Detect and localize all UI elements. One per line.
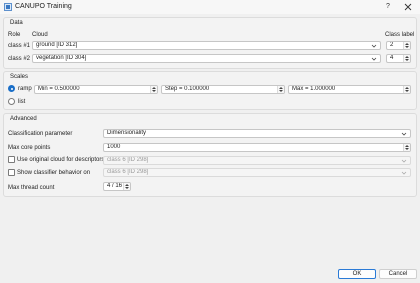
- max-spinbox[interactable]: Max = 1.000000: [288, 85, 411, 94]
- chevron-down-icon: [401, 159, 407, 163]
- spin-arrows-icon[interactable]: [123, 183, 130, 190]
- advanced-group-title: Advanced: [10, 116, 37, 122]
- title-bar: CANUPO Training ?: [0, 0, 420, 14]
- chevron-down-icon: [371, 44, 377, 48]
- ramp-radio[interactable]: [8, 85, 15, 92]
- class-2-cloud-select[interactable]: vegetation [ID 304]: [32, 54, 381, 63]
- max-core-points-label: Max core points: [8, 145, 51, 151]
- ok-button[interactable]: OK: [338, 269, 376, 279]
- show-classifier-value: class 6 [ID 298]: [107, 169, 149, 175]
- show-classifier-label: Show classifier behavior on: [17, 170, 91, 176]
- cancel-button[interactable]: Cancel: [379, 269, 417, 279]
- use-original-cloud-select[interactable]: class 6 [ID 298]: [103, 156, 411, 165]
- max-core-points-spinbox[interactable]: 1000: [103, 143, 411, 152]
- max-core-points-value: 1000: [107, 144, 121, 150]
- max-thread-count-value: 4 / 16: [107, 183, 123, 189]
- spin-arrows-icon[interactable]: [277, 86, 284, 93]
- scales-group-title: Scales: [10, 74, 29, 80]
- class-2-label-spinbox[interactable]: 4: [386, 54, 411, 63]
- class-1-cloud-select[interactable]: ground [ID 312]: [32, 41, 381, 50]
- cloud-header: Cloud: [32, 32, 48, 38]
- spin-arrows-icon[interactable]: [150, 86, 157, 93]
- show-classifier-checkbox[interactable]: [8, 169, 15, 176]
- data-group-title: Data: [10, 20, 23, 26]
- class-1-cloud-value: ground [ID 312]: [36, 42, 78, 48]
- show-classifier-select[interactable]: class 6 [ID 298]: [103, 168, 411, 177]
- class-1-label-value: 2: [390, 42, 394, 48]
- class-2-label-value: 4: [390, 55, 394, 61]
- max-value: Max = 1.000000: [292, 86, 336, 92]
- spin-arrows-icon[interactable]: [403, 55, 410, 62]
- class-1-label-spinbox[interactable]: 2: [386, 41, 411, 50]
- step-value: Step = 0.100000: [165, 86, 210, 92]
- help-button[interactable]: ?: [382, 1, 394, 13]
- chevron-down-icon: [371, 57, 377, 61]
- max-thread-count-label: Max thread count: [8, 185, 55, 191]
- class-1-role: class #1: [8, 43, 31, 49]
- class-label-header: Class label: [385, 32, 415, 38]
- spin-arrows-icon[interactable]: [403, 42, 410, 49]
- list-radio[interactable]: [8, 98, 15, 105]
- max-thread-count-spinbox[interactable]: 4 / 16: [103, 182, 131, 191]
- use-original-cloud-value: class 6 [ID 298]: [107, 157, 149, 163]
- advanced-group: Advanced: [3, 113, 417, 197]
- app-icon: [4, 3, 12, 11]
- spin-arrows-icon[interactable]: [403, 86, 410, 93]
- ramp-label: ramp: [18, 86, 32, 92]
- class-2-role: class #2: [8, 56, 31, 62]
- role-header: Role: [8, 32, 21, 38]
- classification-parameter-value: Dimensionality: [107, 130, 147, 136]
- close-icon[interactable]: [402, 1, 414, 13]
- min-value: Min = 0.500000: [38, 86, 80, 92]
- chevron-down-icon: [401, 171, 407, 175]
- classification-parameter-label: Classification parameter: [8, 131, 73, 137]
- canupo-training-dialog: CANUPO Training ? Data Role Cloud Class …: [0, 0, 420, 283]
- use-original-cloud-label: Use original cloud for descriptors: [17, 157, 105, 163]
- step-spinbox[interactable]: Step = 0.100000: [161, 85, 285, 94]
- min-spinbox[interactable]: Min = 0.500000: [34, 85, 158, 94]
- class-2-cloud-value: vegetation [ID 304]: [36, 55, 87, 61]
- spin-arrows-icon[interactable]: [403, 144, 410, 151]
- classification-parameter-select[interactable]: Dimensionality: [103, 129, 411, 138]
- list-label: list: [18, 99, 26, 105]
- window-title: CANUPO Training: [15, 3, 72, 10]
- use-original-cloud-checkbox[interactable]: [8, 156, 15, 163]
- chevron-down-icon: [401, 132, 407, 136]
